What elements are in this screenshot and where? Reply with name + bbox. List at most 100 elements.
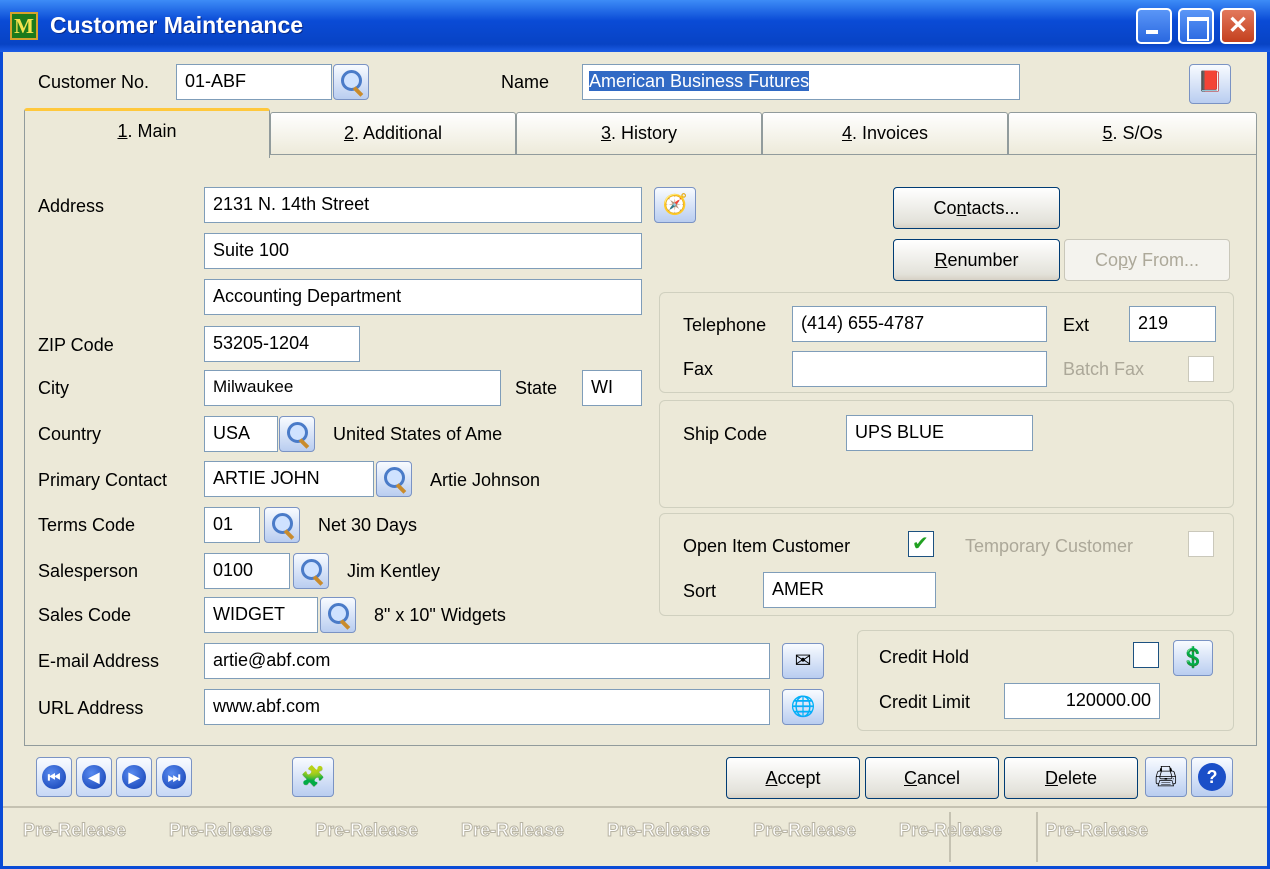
ext-label: Ext (1063, 315, 1090, 335)
primary-contact-field[interactable]: ARTIE JOHN (204, 461, 374, 497)
first-record-icon: ⏮ (42, 765, 66, 789)
temporary-customer-label: Temporary Customer (965, 536, 1134, 556)
accept-button[interactable]: Accept (726, 757, 860, 799)
app-icon: M (10, 12, 38, 40)
country-field[interactable]: USA (204, 416, 278, 452)
credit-hold-checkbox[interactable] (1133, 642, 1159, 668)
salesperson-field[interactable]: 0100 (204, 553, 290, 589)
previous-record-button[interactable]: ◀ (76, 757, 112, 797)
minimize-button[interactable] (1136, 8, 1172, 44)
address-label: Address (38, 196, 105, 216)
last-record-icon: ⏭ (162, 765, 186, 789)
url-label: URL Address (38, 698, 144, 718)
tab-history[interactable]: 3. History (516, 112, 762, 156)
batch-fax-checkbox[interactable] (1188, 356, 1214, 382)
name-field[interactable]: American Business Futures (582, 64, 1020, 100)
address-line-2[interactable]: Suite 100 (204, 233, 642, 269)
sort-field[interactable]: AMER (763, 572, 936, 608)
telephone-field[interactable]: (414) 655-4787 (792, 306, 1047, 342)
previous-record-icon: ◀ (82, 765, 106, 789)
salesperson-lookup-icon[interactable] (293, 553, 329, 589)
sort-label: Sort (683, 581, 717, 601)
fax-field[interactable] (792, 351, 1047, 387)
sales-code-field[interactable]: WIDGET (204, 597, 318, 633)
tab-bar: 1. Main 2. Additional 3. History 4. Invo… (24, 108, 1257, 158)
email-field[interactable]: artie@abf.com (204, 643, 770, 679)
terms-lookup-icon[interactable] (264, 507, 300, 543)
sales-code-description: 8" x 10" Widgets (374, 605, 506, 625)
country-label: Country (38, 424, 102, 444)
email-envelope-icon[interactable]: ✉ (782, 643, 824, 679)
sales-code-lookup-icon[interactable] (320, 597, 356, 633)
delete-button[interactable]: Delete (1004, 757, 1138, 799)
customer-no-label: Customer No. (38, 72, 150, 92)
customization-icon[interactable]: 🧩 (292, 757, 334, 797)
maximize-button[interactable] (1178, 8, 1214, 44)
help-icon: ? (1198, 763, 1226, 791)
address-validate-icon[interactable]: 🧭 (654, 187, 696, 223)
open-item-label: Open Item Customer (683, 536, 851, 556)
prerelease-watermark: Pre-Release (460, 820, 565, 841)
zip-label: ZIP Code (38, 335, 114, 355)
address-line-1[interactable]: 2131 N. 14th Street (204, 187, 642, 223)
cancel-button[interactable]: Cancel (865, 757, 999, 799)
credit-limit-label: Credit Limit (879, 692, 971, 712)
credit-hold-label: Credit Hold (879, 647, 970, 667)
window-title: Customer Maintenance (50, 12, 304, 38)
city-label: City (38, 378, 69, 398)
contact-description: Artie Johnson (430, 470, 541, 490)
close-button[interactable] (1220, 8, 1256, 44)
customer-type-group (659, 513, 1234, 616)
prerelease-watermark: Pre-Release (168, 820, 273, 841)
url-field[interactable]: www.abf.com (204, 689, 770, 725)
status-divider (949, 812, 951, 862)
next-record-icon: ▶ (122, 765, 146, 789)
globe-icon[interactable]: 🌐 (782, 689, 824, 725)
tab-sos[interactable]: 5. S/Os (1008, 112, 1257, 156)
open-item-checkbox[interactable] (908, 531, 934, 557)
address-line-3[interactable]: Accounting Department (204, 279, 642, 315)
tab-additional[interactable]: 2. Additional (270, 112, 516, 156)
temporary-customer-checkbox[interactable] (1188, 531, 1214, 557)
customer-maintenance-window: M Customer Maintenance Customer No. 01-A… (0, 0, 1270, 869)
customer-no-field[interactable]: 01-ABF (176, 64, 332, 100)
memo-book-icon[interactable]: 📕 (1189, 64, 1231, 104)
name-label: Name (501, 72, 550, 92)
last-record-button[interactable]: ⏭ (156, 757, 192, 797)
terms-description: Net 30 Days (318, 515, 418, 535)
prerelease-watermark: Pre-Release (314, 820, 419, 841)
next-record-button[interactable]: ▶ (116, 757, 152, 797)
tab-main[interactable]: 1. Main (24, 108, 270, 158)
country-lookup-icon[interactable] (279, 416, 315, 452)
sales-code-label: Sales Code (38, 605, 132, 625)
country-description: United States of Ame (333, 424, 503, 444)
name-value: American Business Futures (589, 71, 810, 91)
customer-lookup-icon[interactable] (333, 64, 369, 100)
salesperson-label: Salesperson (38, 561, 139, 581)
prerelease-watermark: Pre-Release (1044, 820, 1149, 841)
credit-card-icon[interactable]: 💲 (1173, 640, 1213, 676)
first-record-button[interactable]: ⏮ (36, 757, 72, 797)
terms-code-field[interactable]: 01 (204, 507, 260, 543)
primary-contact-label: Primary Contact (38, 470, 168, 490)
salesperson-description: Jim Kentley (347, 561, 441, 581)
state-label: State (515, 378, 558, 398)
copy-from-button[interactable]: Copy From... (1064, 239, 1230, 281)
renumber-button[interactable]: Renumber (893, 239, 1060, 281)
tab-invoices[interactable]: 4. Invoices (762, 112, 1008, 156)
zip-field[interactable]: 53205-1204 (204, 326, 360, 362)
ship-code-label: Ship Code (683, 424, 768, 444)
credit-limit-field[interactable]: 120000.00 (1004, 683, 1160, 719)
state-field[interactable]: WI (582, 370, 642, 406)
city-field[interactable]: Milwaukee (204, 370, 501, 406)
ext-field[interactable]: 219 (1129, 306, 1216, 342)
status-divider (1036, 812, 1038, 862)
contacts-button[interactable]: Contacts... (893, 187, 1060, 229)
title-bar[interactable]: M Customer Maintenance (0, 0, 1270, 52)
contact-lookup-icon[interactable] (376, 461, 412, 497)
email-label: E-mail Address (38, 651, 160, 671)
help-button[interactable]: ? (1191, 757, 1233, 797)
prerelease-watermark: Pre-Release (752, 820, 857, 841)
ship-code-field[interactable]: UPS BLUE (846, 415, 1033, 451)
printer-icon[interactable]: 🖨 (1145, 757, 1187, 797)
